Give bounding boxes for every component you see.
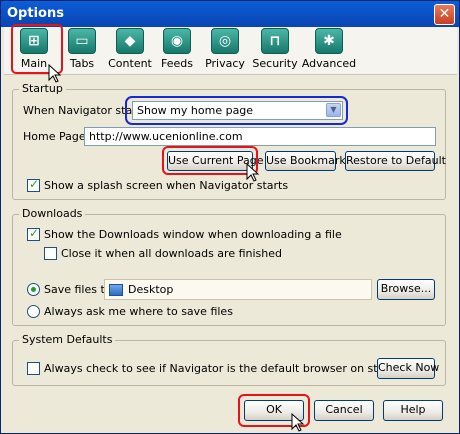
check-default-label: Always check to see if Navigator is the … [44,362,408,375]
use-current-page-highlight [162,146,258,175]
feeds-icon: ◉ [163,28,191,54]
downloads-title: Downloads [19,207,86,220]
tab-content[interactable]: ◆ Content [104,27,156,73]
privacy-icon: ◎ [211,28,239,54]
content-icon: ◆ [116,28,144,54]
tab-security[interactable]: ⊓ Security [248,27,302,73]
window-title: Options [7,6,64,21]
tab-content-label: Content [108,57,152,70]
help-button[interactable]: Help [383,400,443,421]
check-now-button[interactable]: Check Now [377,358,439,379]
home-page-input[interactable]: http://www.ucenionline.com [84,127,436,146]
home-page-value: http://www.ucenionline.com [89,130,243,143]
save-files-radio[interactable] [27,283,40,296]
restore-default-button[interactable]: Restore to Default [345,151,446,171]
system-defaults-title: System Defaults [19,333,116,346]
show-downloads-checkbox[interactable] [27,226,40,241]
save-location-field: Desktop [104,279,372,300]
tab-feeds[interactable]: ◉ Feeds [154,27,200,73]
use-bookmark-button[interactable]: Use Bookmark [265,151,346,171]
always-ask-label: Always ask me where to save files [44,305,233,318]
close-when-done-label: Close it when all downloads are finished [61,247,282,260]
cursor-arrow-icon [246,163,260,182]
category-toolbar: ⊞ Main ▭ Tabs ◆ Content ◉ Feeds ◎ Privac… [4,27,457,75]
tab-privacy[interactable]: ◎ Privacy [200,27,250,73]
select-highlight [125,96,348,125]
tab-tabs-label: Tabs [69,57,95,70]
save-location-value: Desktop [128,283,174,296]
advanced-icon: ✱ [315,28,343,54]
browse-button[interactable]: Browse... [377,279,435,300]
cancel-button[interactable]: Cancel [314,400,374,421]
security-icon: ⊓ [261,28,289,54]
cursor-arrow-icon [291,413,305,432]
close-when-done-checkbox[interactable] [44,247,57,260]
tab-privacy-label: Privacy [205,57,245,70]
show-downloads-label: Show the Downloads window when downloadi… [44,228,342,241]
splash-checkbox[interactable] [27,177,40,192]
tab-advanced-label: Advanced [301,57,357,70]
check-default-checkbox[interactable] [27,362,40,375]
tab-advanced[interactable]: ✱ Advanced [299,27,359,73]
tabs-icon: ▭ [68,28,96,54]
options-dialog: Options ✕ ⊞ Main ▭ Tabs ◆ Content ◉ Feed… [0,0,460,434]
home-page-label: Home Page: [23,130,90,143]
tab-security-label: Security [252,57,298,70]
save-files-label: Save files to [44,283,112,296]
tab-feeds-label: Feeds [161,57,193,70]
close-button[interactable]: ✕ [434,4,455,25]
cursor-arrow-icon [48,64,62,83]
desktop-icon [109,284,123,296]
title-bar: Options [1,1,459,27]
tab-tabs[interactable]: ▭ Tabs [60,27,104,73]
always-ask-radio[interactable] [27,305,40,318]
